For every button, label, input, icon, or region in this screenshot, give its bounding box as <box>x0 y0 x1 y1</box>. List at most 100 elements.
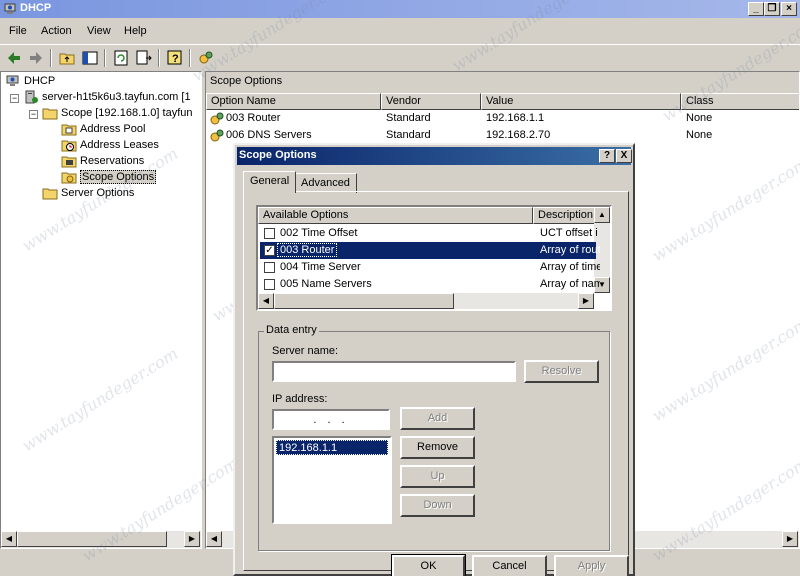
help-icon[interactable]: ? <box>165 48 185 68</box>
scroll-right-icon[interactable]: ▶ <box>184 531 200 547</box>
toolbar-separator <box>189 49 191 67</box>
restore-button[interactable]: ❐ <box>764 2 780 16</box>
ip-list-item-selected[interactable]: 192.168.1.1 <box>276 440 388 455</box>
tree-item-address-pool[interactable]: Address Pool <box>61 122 145 138</box>
option-row[interactable]: 004 Time Server Array of time <box>260 259 600 276</box>
column-header-available-options[interactable]: Available Options <box>258 207 533 224</box>
scroll-up-icon[interactable]: ▲ <box>594 207 610 223</box>
menu-view[interactable]: View <box>87 25 111 37</box>
tree-item-reservations[interactable]: Reservations <box>61 154 144 170</box>
scope-options-icon <box>61 172 77 184</box>
tree-item-scope-options[interactable]: Scope Options <box>61 170 157 186</box>
down-button[interactable]: Down <box>400 494 475 517</box>
column-header-option-name[interactable]: Option Name <box>206 93 381 110</box>
option-description: Array of rout <box>540 244 600 256</box>
back-icon[interactable] <box>4 48 24 68</box>
data-entry-label: Data entry <box>264 324 319 336</box>
option-checkbox[interactable] <box>264 262 275 273</box>
folder-icon <box>42 188 58 200</box>
cell-value: 192.168.1.1 <box>486 112 545 124</box>
option-description: UCT offset i <box>540 227 598 239</box>
scrollbar-thumb[interactable] <box>274 293 454 309</box>
table-row[interactable]: 006 DNS Servers Standard 192.168.2.70 No… <box>206 128 799 144</box>
tree-item-server-options[interactable]: Server Options <box>42 186 134 202</box>
option-checkbox[interactable] <box>264 228 275 239</box>
option-checkbox[interactable] <box>264 279 275 290</box>
folder-icon <box>42 108 58 120</box>
menu-bar: File Action View Help <box>0 22 800 42</box>
column-header-description[interactable]: Description <box>533 207 597 224</box>
remove-button[interactable]: Remove <box>400 436 475 459</box>
close-window-button[interactable]: × <box>781 2 797 16</box>
dhcp-icon <box>6 75 19 86</box>
add-button[interactable]: Add <box>400 407 475 430</box>
toolbar-separator <box>158 49 160 67</box>
minimize-button[interactable]: _ <box>748 2 764 16</box>
refresh-icon[interactable] <box>111 48 131 68</box>
server-options-icon[interactable] <box>196 48 216 68</box>
dialog-close-button[interactable]: X <box>616 149 632 163</box>
tab-general[interactable]: General <box>243 171 297 193</box>
scroll-right-icon[interactable]: ▶ <box>782 531 798 547</box>
up-folder-icon[interactable] <box>57 48 77 68</box>
ip-address-label: IP address: <box>272 393 328 405</box>
dhcp-app-icon <box>4 3 16 14</box>
ip-address-input[interactable]: . . . <box>272 409 390 430</box>
cell-class: None <box>686 129 713 141</box>
column-header-class[interactable]: Class <box>681 93 799 110</box>
scroll-left-icon[interactable]: ◀ <box>206 531 222 547</box>
tree-expander[interactable]: − <box>29 110 38 119</box>
table-row[interactable]: 003 Router Standard 192.168.1.1 None <box>206 111 799 127</box>
available-options-list[interactable]: Available Options Description ▲ ▼ 002 Ti… <box>256 205 612 311</box>
apply-button[interactable]: Apply <box>554 555 629 576</box>
tree-item-address-leases[interactable]: Address Leases <box>61 138 159 154</box>
scroll-left-icon[interactable]: ◀ <box>258 293 274 309</box>
menu-action[interactable]: Action <box>41 25 72 37</box>
column-header-value[interactable]: Value <box>481 93 681 110</box>
tree-expander[interactable]: − <box>10 94 19 103</box>
tree-horizontal-scrollbar[interactable]: ◀ ▶ <box>1 531 201 548</box>
server-name-input[interactable] <box>272 361 516 382</box>
option-checkbox-checked[interactable]: ✓ <box>264 245 275 256</box>
window-title-bar[interactable]: DHCP _ ❐ × <box>0 0 800 18</box>
option-row-selected[interactable]: ✓ 003 Router Array of rout <box>260 242 600 259</box>
reservations-icon <box>61 156 77 168</box>
dialog-title-bar[interactable]: Scope Options ? X <box>237 147 632 165</box>
window-title: DHCP <box>20 2 52 14</box>
option-name: 005 Name Servers <box>280 278 372 290</box>
tree-item-scope[interactable]: Scope [192.168.1.0] tayfun <box>42 106 193 122</box>
console-tree[interactable]: DHCP − server-h1t5k6u3.tayfun.com [1 − S… <box>0 71 202 549</box>
cancel-button[interactable]: Cancel <box>472 555 547 576</box>
option-row[interactable]: 002 Time Offset UCT offset i <box>260 225 598 242</box>
menu-file[interactable]: File <box>9 25 27 37</box>
tree-item-server[interactable]: server-h1t5k6u3.tayfun.com [1 <box>23 90 191 106</box>
forward-icon[interactable] <box>26 48 46 68</box>
up-button[interactable]: Up <box>400 465 475 488</box>
tree-label: Address Pool <box>80 123 146 135</box>
toolbar: ? <box>0 44 800 70</box>
scroll-right-icon[interactable]: ▶ <box>578 293 594 309</box>
menu-help[interactable]: Help <box>124 25 147 37</box>
dialog-help-button[interactable]: ? <box>599 149 615 163</box>
scrollbar-thumb[interactable] <box>17 531 167 547</box>
export-list-icon[interactable] <box>134 48 154 68</box>
ok-button[interactable]: OK <box>391 554 466 576</box>
resolve-button[interactable]: Resolve <box>524 360 599 383</box>
option-description: Array of time <box>540 261 600 273</box>
cell-vendor: Standard <box>386 112 431 124</box>
tree-label: Server Options <box>61 187 135 199</box>
dialog-title: Scope Options <box>239 149 317 161</box>
column-header-vendor[interactable]: Vendor <box>381 93 481 110</box>
scroll-left-icon[interactable]: ◀ <box>1 531 17 547</box>
option-row[interactable]: 005 Name Servers Array of nam <box>260 276 600 293</box>
cell-option-name: 006 DNS Servers <box>226 129 312 141</box>
details-pane-header: Scope Options <box>206 72 799 93</box>
tree-item-dhcp[interactable]: DHCP <box>5 74 55 90</box>
server-name-label: Server name: <box>272 345 339 357</box>
tab-advanced[interactable]: Advanced <box>294 173 357 193</box>
tree-label: Reservations <box>80 155 145 167</box>
options-horizontal-scrollbar[interactable]: ◀ ▶ <box>258 293 594 309</box>
show-hide-tree-icon[interactable] <box>80 48 100 68</box>
ip-address-list[interactable]: 192.168.1.1 <box>272 436 392 524</box>
toolbar-separator <box>104 49 106 67</box>
